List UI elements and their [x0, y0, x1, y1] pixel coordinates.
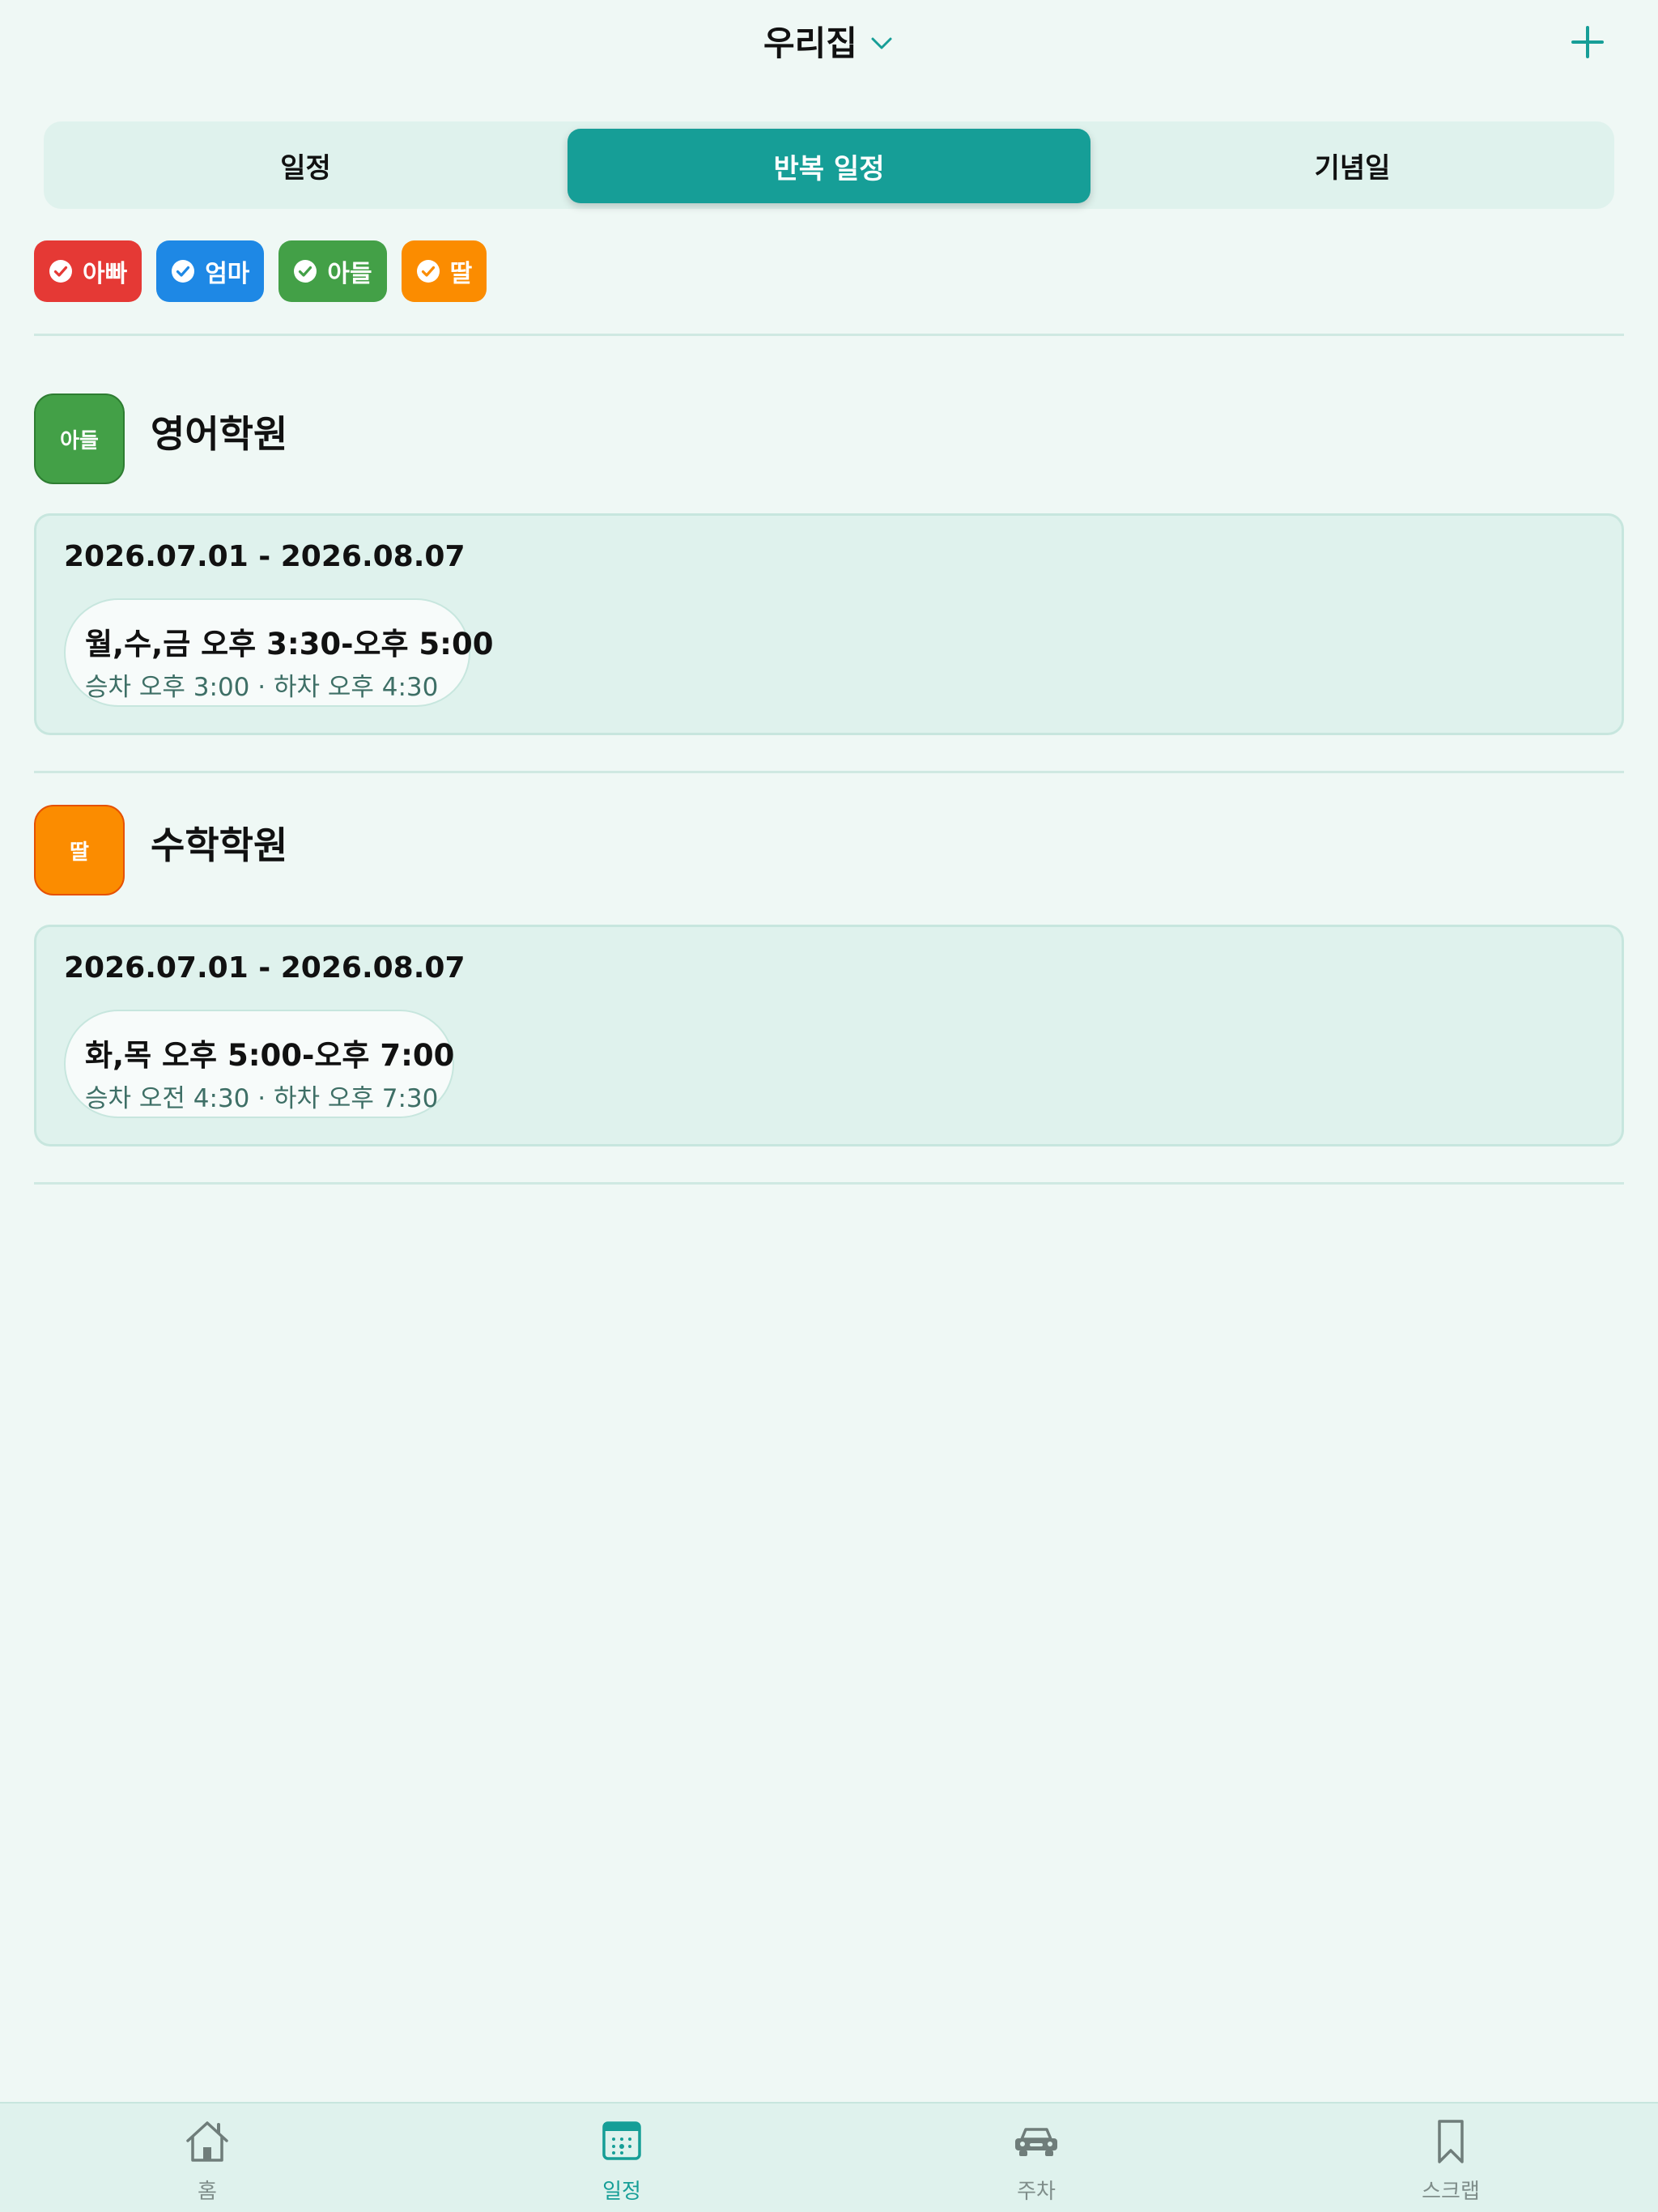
home-icon — [186, 2121, 228, 2162]
member-avatar: 아들 — [34, 393, 125, 484]
time-pill[interactable]: 월,수,금 오후 3:30-오후 5:00 승차 오후 3:00 · 하차 오후… — [64, 598, 493, 707]
divider — [34, 1182, 1624, 1185]
tab-schedule[interactable]: 일정 — [44, 121, 568, 209]
tab-label: 스크랩 — [1422, 2180, 1480, 2204]
tab-parking[interactable]: 주차 — [829, 2104, 1244, 2212]
check-circle-icon — [294, 260, 317, 283]
tab-scrap[interactable]: 스크랩 — [1244, 2104, 1658, 2212]
check-circle-icon — [172, 260, 195, 283]
schedule-title: 영어학원 — [151, 412, 288, 456]
schedule-card[interactable]: 2026.07.01 - 2026.08.07 월,수,금 오후 3:30-오후… — [34, 513, 1624, 735]
filter-chip-label: 엄마 — [205, 260, 250, 288]
member-filter-chips: 아빠 엄마 아들 딸 — [34, 240, 487, 302]
date-range: 2026.07.01 - 2026.08.07 — [64, 951, 466, 985]
divider — [34, 771, 1624, 773]
pickup-dropoff: 승차 오후 3:00 · 하차 오후 4:30 — [85, 673, 439, 702]
home-selector[interactable]: 우리집 — [0, 16, 1658, 66]
page-title: 우리집 — [763, 23, 857, 63]
filter-chip-label: 아들 — [327, 260, 372, 288]
schedule-card[interactable]: 2026.07.01 - 2026.08.07 화,목 오후 5:00-오후 7… — [34, 925, 1624, 1146]
tab-label: 홈 — [198, 2180, 217, 2204]
tab-home[interactable]: 홈 — [0, 2104, 414, 2212]
date-range: 2026.07.01 - 2026.08.07 — [64, 540, 466, 573]
tab-label: 주차 — [1017, 2180, 1056, 2204]
filter-chip-dad[interactable]: 아빠 — [34, 240, 142, 302]
filter-chip-son[interactable]: 아들 — [278, 240, 387, 302]
filter-chip-daughter[interactable]: 딸 — [401, 240, 487, 302]
filter-chip-label: 딸 — [449, 260, 473, 288]
car-icon — [1015, 2128, 1057, 2156]
plus-icon[interactable] — [1568, 23, 1607, 62]
tab-calendar[interactable]: 일정 — [414, 2104, 829, 2212]
calendar-icon — [602, 2121, 641, 2160]
bottom-tab-bar: 홈 일정 주차 스크랩 — [0, 2102, 1658, 2212]
tab-label: 일정 — [602, 2180, 641, 2204]
schedule-title: 수학학원 — [151, 823, 288, 867]
chevron-down-icon — [871, 37, 892, 49]
tab-anniversary[interactable]: 기념일 — [1090, 121, 1614, 209]
member-avatar: 딸 — [34, 805, 125, 895]
check-circle-icon — [49, 260, 72, 283]
bookmark-icon — [1438, 2120, 1464, 2163]
check-circle-icon — [416, 260, 440, 283]
header: 우리집 — [0, 0, 1658, 89]
tab-recurring-schedule[interactable]: 반복 일정 — [568, 129, 1090, 203]
time-range: 화,목 오후 5:00-오후 7:00 — [85, 1038, 455, 1073]
filter-chip-label: 아빠 — [83, 260, 128, 288]
time-pill[interactable]: 화,목 오후 5:00-오후 7:00 승차 오전 4:30 · 하차 오후 7… — [64, 1010, 454, 1118]
schedule-type-segment: 일정 반복 일정 기념일 — [44, 121, 1614, 209]
pickup-dropoff: 승차 오전 4:30 · 하차 오후 7:30 — [85, 1084, 439, 1113]
divider — [34, 334, 1624, 336]
time-range: 월,수,금 오후 3:30-오후 5:00 — [85, 627, 494, 661]
filter-chip-mom[interactable]: 엄마 — [156, 240, 265, 302]
